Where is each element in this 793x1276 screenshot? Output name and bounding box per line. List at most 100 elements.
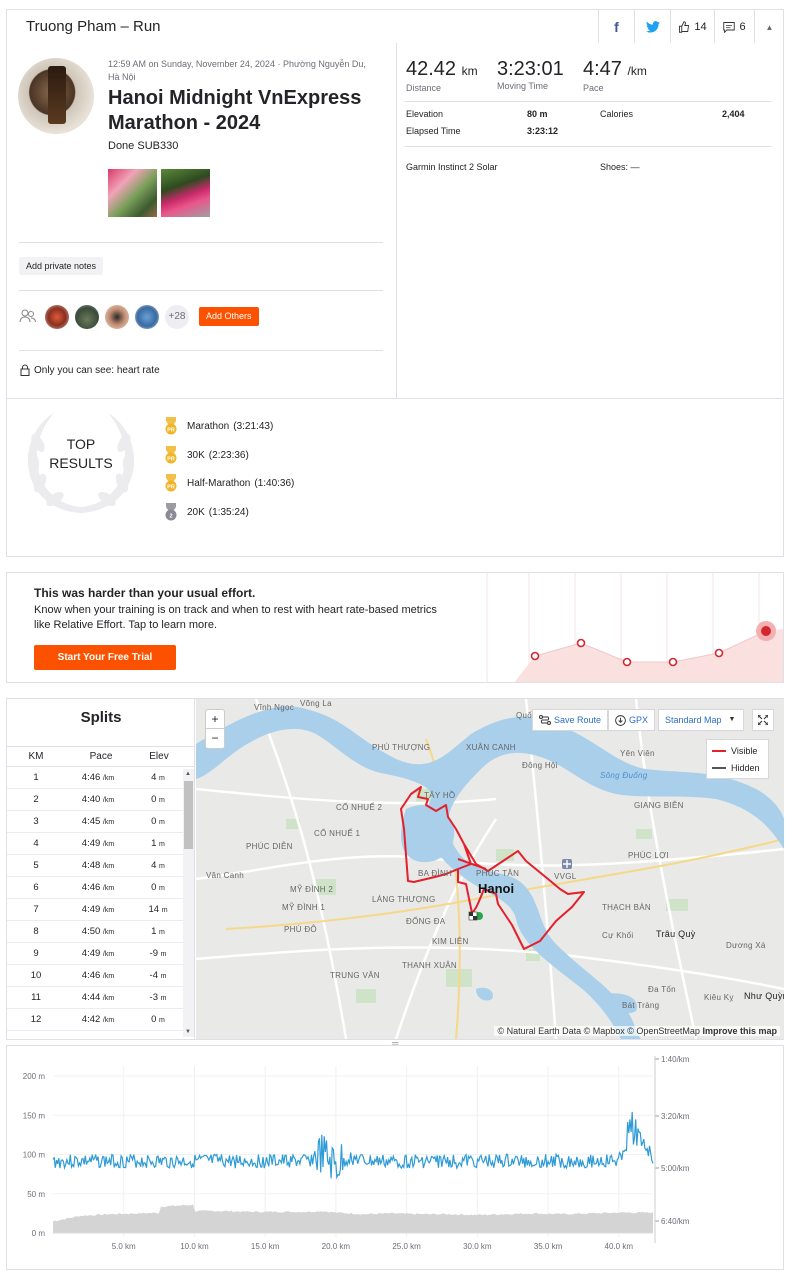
kudoer-avatar[interactable] [135, 305, 159, 329]
kudos-button[interactable]: 14 [670, 10, 714, 44]
split-km: 6 [33, 882, 39, 893]
twitter-share-button[interactable] [634, 10, 670, 44]
split-row[interactable]: 1 4:46 /km 4 m [7, 767, 183, 789]
kudoer-avatar[interactable] [105, 305, 129, 329]
save-route-label: Save Route [554, 715, 602, 725]
add-others-button[interactable]: Add Others [199, 307, 259, 326]
map-place-label: PHÚC LỢI [628, 851, 669, 860]
split-row[interactable]: 8 4:50 /km 1 m [7, 921, 183, 943]
split-km: 3 [33, 816, 39, 827]
more-kudoers-count[interactable]: +28 [165, 305, 189, 329]
split-elev: -4 m [149, 970, 167, 981]
map-place-label: Đông Hội [522, 761, 558, 770]
scrollbar-thumb[interactable] [184, 781, 193, 849]
map-place-label: Như Quỳnh [744, 991, 784, 1001]
split-row[interactable]: 5 4:48 /km 4 m [7, 855, 183, 877]
scroll-down-icon[interactable]: ▼ [185, 1029, 191, 1035]
map-place-label: Yên Viên [620, 749, 655, 758]
collapse-button[interactable]: ▲ [754, 10, 784, 44]
best-effort-time: (3:21:43) [233, 420, 274, 432]
split-row[interactable]: 6 4:46 /km 0 m [7, 877, 183, 899]
split-row[interactable]: 2 4:40 /km 0 m [7, 789, 183, 811]
page-title: Truong Pham – Run [26, 18, 161, 35]
activity-photo[interactable] [161, 169, 210, 217]
map-place-label: VVGL [554, 872, 577, 881]
best-effort-name: 20K [187, 506, 205, 518]
zoom-controls: + − [205, 709, 225, 749]
medal-icon: PR [165, 474, 177, 492]
moving-time-label: Moving Time [497, 81, 549, 91]
split-elev: 4 m [151, 772, 165, 783]
split-km: 1 [33, 772, 39, 783]
divider [19, 350, 383, 351]
map-place-label: TÂY HỒ [424, 791, 456, 800]
split-row[interactable]: 9 4:49 /km -9 m [7, 943, 183, 965]
top-results-badge: TOP RESULTS [22, 403, 140, 521]
pace-unit: /km [627, 64, 647, 78]
map-place-label: Kiêu Kỵ [704, 993, 734, 1002]
best-effort-row[interactable]: PR 30K (2:23:36) [163, 446, 249, 464]
effort-point [668, 657, 678, 667]
split-row[interactable]: 12 4:42 /km 0 m [7, 1009, 183, 1031]
pace-line [52, 1111, 654, 1180]
legend-visible-swatch [712, 750, 726, 752]
zoom-out-button[interactable]: − [206, 729, 224, 748]
svg-text:2: 2 [169, 514, 172, 520]
map-place-label: LÁNG THƯỢNG [372, 895, 436, 904]
effort-title: This was harder than your usual effort. [34, 586, 256, 600]
group-icon [19, 309, 36, 323]
split-row[interactable]: 3 4:45 /km 0 m [7, 811, 183, 833]
pace-label: Pace [583, 83, 604, 93]
map-place-label: XUÂN CANH [466, 743, 516, 752]
best-effort-row[interactable]: PR Half-Marathon (1:40:36) [163, 474, 294, 492]
athlete-avatar[interactable] [18, 58, 94, 134]
activity-description: Done SUB330 [108, 140, 179, 152]
split-km: 4 [33, 838, 39, 849]
facebook-share-button[interactable]: f [598, 10, 634, 44]
elapsed-time-value: 3:23:12 [527, 126, 559, 136]
splits-scrollbar[interactable]: ▲ ▼ [183, 769, 194, 1037]
activity-photo[interactable] [108, 169, 157, 217]
thumbs-up-icon [679, 21, 690, 33]
start-free-trial-button[interactable]: Start Your Free Trial [34, 645, 176, 670]
elevation-pace-chart[interactable]: 200 m 150 m 100 m 50 m 0 m 1:40/km 3:20/km 5:00… [6, 1038, 784, 1270]
y-left-tick: 100 m [23, 1151, 46, 1160]
route-map[interactable]: Vĩnh Ngọc Quốc Võng La PHÚ THƯỢNG XUÂN CANH Đ… [196, 699, 784, 1039]
save-route-button[interactable]: Save Route [532, 709, 609, 731]
chevron-up-icon: ▲ [765, 22, 774, 32]
split-row[interactable]: 10 4:46 /km -4 m [7, 965, 183, 987]
zoom-in-button[interactable]: + [206, 710, 224, 729]
improve-map-link[interactable]: Improve this map [702, 1026, 777, 1036]
stat-distance: 42.42 km Distance [406, 57, 478, 93]
legend-hidden-label: Hidden [731, 763, 760, 773]
chart-canvas: 200 m 150 m 100 m 50 m 0 m 1:40/km 3:20/km 5:00… [23, 1055, 690, 1251]
y-left-tick: 150 m [23, 1111, 46, 1120]
calories-label: Calories [600, 109, 634, 119]
best-effort-row[interactable]: 2 20K (1:35:24) [163, 503, 249, 521]
scroll-up-icon[interactable]: ▲ [185, 771, 191, 777]
add-private-notes-button[interactable]: Add private notes [19, 257, 104, 275]
best-effort-row[interactable]: PR Marathon (3:21:43) [163, 417, 273, 435]
relative-effort-upsell[interactable]: This was harder than your usual effort. … [6, 572, 784, 683]
map-place-label: Vân Canh [206, 871, 244, 880]
map-style-select[interactable]: Standard Map ▼ [658, 709, 744, 731]
kudoer-avatar[interactable] [45, 305, 69, 329]
kudoer-avatar[interactable] [75, 305, 99, 329]
fullscreen-button[interactable] [752, 709, 774, 731]
map-legend: Visible Hidden [706, 739, 769, 779]
activity-name: Hanoi Midnight VnExpress Marathon - 2024 [108, 87, 362, 134]
activity-header: Truong Pham – Run f 14 6 ▲ [6, 9, 784, 44]
legend-hidden-swatch [712, 767, 726, 769]
split-row[interactable]: 7 4:49 /km 14 m [7, 899, 183, 921]
split-elev: 4 m [151, 860, 165, 871]
x-tick: 35.0 km [534, 1242, 563, 1251]
split-row[interactable]: 11 4:44 /km -3 m [7, 987, 183, 1009]
gpx-download-button[interactable]: GPX [608, 709, 656, 731]
expand-icon [758, 715, 768, 725]
comments-button[interactable]: 6 [714, 10, 754, 44]
svg-text:PR: PR [167, 457, 175, 463]
split-row[interactable]: 4 4:49 /km 1 m [7, 833, 183, 855]
twitter-icon [645, 21, 660, 33]
split-km: 5 [33, 860, 39, 871]
resize-handle-icon[interactable]: ═ [392, 1038, 398, 1048]
